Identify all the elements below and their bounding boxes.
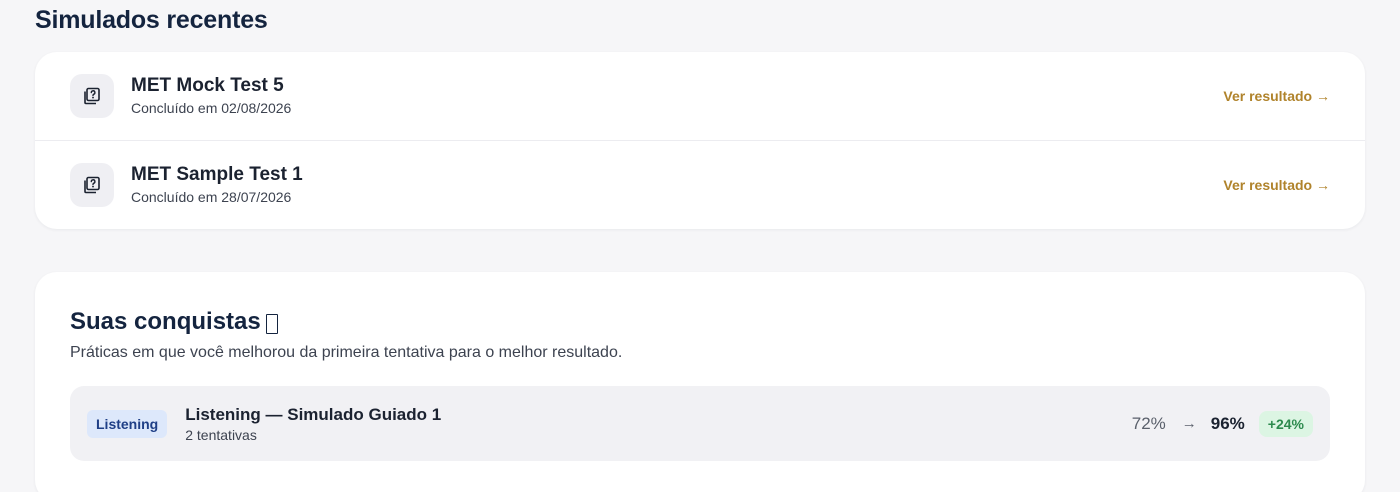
- recent-test-row[interactable]: MET Mock Test 5 Concluído em 02/08/2026 …: [35, 52, 1365, 140]
- skill-badge: Listening: [87, 409, 168, 438]
- best-score: 96%: [1210, 413, 1245, 433]
- page: Simulados recentes MET Mock Test 5 Concl…: [0, 0, 1400, 492]
- achievements-heading: Suas conquistas: [70, 308, 278, 336]
- test-completed-date: Concluído em 02/08/2026: [131, 100, 292, 116]
- recent-test-row[interactable]: MET Sample Test 1 Concluído em 28/07/202…: [35, 140, 1365, 228]
- achievement-item[interactable]: Listening Listening — Simulado Guiado 1 …: [70, 386, 1330, 461]
- test-completed-date: Concluído em 28/07/2026: [131, 188, 292, 205]
- view-result-link[interactable]: Ver resultado →: [1223, 177, 1330, 193]
- first-score: 72%: [1131, 413, 1166, 433]
- quiz-icon: [70, 162, 114, 207]
- test-name: MET Sample Test 1: [131, 163, 303, 185]
- achievements-title: Suas conquistas: [70, 308, 261, 335]
- practice-name: Listening — Simulado Guiado 1: [185, 404, 442, 424]
- recent-tests-card: MET Mock Test 5 Concluído em 02/08/2026 …: [35, 52, 1365, 229]
- quiz-icon: [70, 74, 114, 118]
- view-result-link[interactable]: Ver resultado →: [1223, 88, 1330, 104]
- achievements-subtitle: Práticas em que você melhorou da primeir…: [70, 344, 623, 361]
- test-name: MET Mock Test 5: [131, 75, 284, 96]
- improvement-badge: +24%: [1258, 410, 1313, 437]
- achievements-card: Suas conquistas Práticas em que você mel…: [35, 272, 1365, 492]
- missing-glyph-icon: [265, 313, 278, 334]
- attempts-count: 2 tentativas: [185, 426, 257, 443]
- recent-tests-heading: Simulados recentes: [35, 6, 268, 34]
- arrow-right-icon: →: [1181, 415, 1197, 432]
